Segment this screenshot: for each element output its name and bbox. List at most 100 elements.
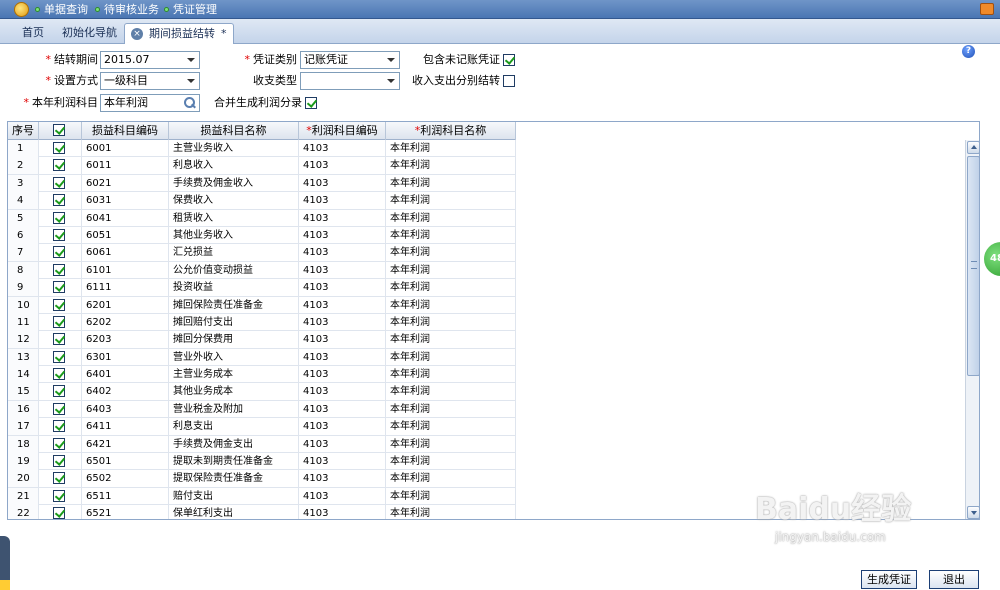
cell-profit-code[interactable]: 4103 (299, 226, 386, 244)
menu-item-pending-review[interactable]: 待审核业务 (95, 2, 159, 17)
side-floating-badge[interactable]: 48 (984, 242, 1000, 276)
cell-profit-code[interactable]: 4103 (299, 174, 386, 192)
header-code[interactable]: 损益科目编码 (82, 122, 169, 140)
cell-code[interactable]: 6011 (82, 157, 169, 175)
table-row[interactable]: 21 6511 赔付支出 4103 本年利润 (8, 487, 516, 506)
cell-name[interactable]: 摊回赔付支出 (169, 313, 299, 331)
row-checkbox[interactable] (53, 350, 65, 363)
cell-profit-name[interactable]: 本年利润 (386, 140, 516, 157)
cell-code[interactable]: 6203 (82, 331, 169, 349)
cell-profit-code[interactable]: 4103 (299, 348, 386, 366)
profit-subject-input[interactable]: 本年利润 (100, 94, 200, 112)
cell-profit-name[interactable]: 本年利润 (386, 157, 516, 175)
table-row[interactable]: 1 6001 主营业务收入 4103 本年利润 (8, 140, 516, 158)
cell-profit-name[interactable]: 本年利润 (386, 296, 516, 314)
cell-profit-code[interactable]: 4103 (299, 140, 386, 157)
cell-profit-name[interactable]: 本年利润 (386, 400, 516, 418)
cell-profit-name[interactable]: 本年利润 (386, 383, 516, 401)
cell-profit-code[interactable]: 4103 (299, 487, 386, 505)
cell-profit-code[interactable]: 4103 (299, 244, 386, 262)
cell-profit-name[interactable]: 本年利润 (386, 487, 516, 505)
cell-profit-code[interactable]: 4103 (299, 157, 386, 175)
chevron-down-icon[interactable] (187, 58, 195, 62)
tab-home[interactable]: 首页 (22, 23, 44, 44)
cell-code[interactable]: 6201 (82, 296, 169, 314)
cell-code[interactable]: 6511 (82, 487, 169, 505)
row-checkbox[interactable] (53, 315, 65, 328)
table-row[interactable]: 7 6061 汇兑损益 4103 本年利润 (8, 244, 516, 262)
cell-profit-code[interactable]: 4103 (299, 400, 386, 418)
row-checkbox[interactable] (53, 333, 65, 346)
tab-close-icon[interactable]: × (131, 28, 143, 40)
cell-profit-name[interactable]: 本年利润 (386, 313, 516, 331)
row-checkbox[interactable] (53, 142, 65, 154)
cell-profit-code[interactable]: 4103 (299, 366, 386, 384)
row-checkbox[interactable] (53, 263, 65, 276)
cell-profit-code[interactable]: 4103 (299, 209, 386, 227)
cell-profit-code[interactable]: 4103 (299, 470, 386, 488)
cell-profit-name[interactable]: 本年利润 (386, 505, 516, 519)
cell-name[interactable]: 提取保险责任准备金 (169, 470, 299, 488)
search-icon[interactable] (183, 96, 196, 109)
separate-carryover-checkbox[interactable] (503, 75, 515, 87)
cell-code[interactable]: 6521 (82, 505, 169, 519)
cell-code[interactable]: 6202 (82, 313, 169, 331)
table-row[interactable]: 6 6051 其他业务收入 4103 本年利润 (8, 226, 516, 245)
cell-code[interactable]: 6403 (82, 400, 169, 418)
table-row[interactable]: 15 6402 其他业务成本 4103 本年利润 (8, 383, 516, 401)
cell-profit-code[interactable]: 4103 (299, 261, 386, 279)
menu-item-voucher-management[interactable]: 凭证管理 (164, 2, 217, 17)
cell-name[interactable]: 营业税金及附加 (169, 400, 299, 418)
table-row[interactable]: 22 6521 保单红利支出 4103 本年利润 (8, 505, 516, 519)
header-name[interactable]: 损益科目名称 (169, 122, 299, 140)
cell-profit-name[interactable]: 本年利润 (386, 192, 516, 210)
tab-init-nav[interactable]: 初始化导航 (62, 23, 117, 44)
cell-profit-code[interactable]: 4103 (299, 296, 386, 314)
cell-code[interactable]: 6101 (82, 261, 169, 279)
cell-code[interactable]: 6421 (82, 435, 169, 453)
table-row[interactable]: 11 6202 摊回赔付支出 4103 本年利润 (8, 313, 516, 332)
left-edge-panel[interactable] (0, 536, 10, 590)
table-row[interactable]: 10 6201 摊回保险责任准备金 4103 本年利润 (8, 296, 516, 314)
row-checkbox[interactable] (53, 176, 65, 189)
cell-code[interactable]: 6021 (82, 174, 169, 192)
table-row[interactable]: 14 6401 主营业务成本 4103 本年利润 (8, 366, 516, 384)
cell-name[interactable]: 摊回分保费用 (169, 331, 299, 349)
select-all-checkbox[interactable] (53, 124, 65, 136)
cell-profit-name[interactable]: 本年利润 (386, 209, 516, 227)
cell-code[interactable]: 6031 (82, 192, 169, 210)
cell-name[interactable]: 主营业务成本 (169, 366, 299, 384)
cell-code[interactable]: 6401 (82, 366, 169, 384)
setting-method-select[interactable]: 一级科目 (100, 72, 200, 90)
table-row[interactable]: 17 6411 利息支出 4103 本年利润 (8, 418, 516, 436)
cell-profit-name[interactable]: 本年利润 (386, 418, 516, 436)
row-checkbox[interactable] (53, 281, 65, 294)
cell-profit-name[interactable]: 本年利润 (386, 435, 516, 453)
cell-name[interactable]: 保单红利支出 (169, 505, 299, 519)
cell-code[interactable]: 6501 (82, 453, 169, 471)
help-icon[interactable]: ? (962, 45, 975, 58)
cell-code[interactable]: 6111 (82, 279, 169, 297)
row-checkbox[interactable] (53, 211, 65, 224)
table-row[interactable]: 19 6501 提取未到期责任准备金 4103 本年利润 (8, 453, 516, 471)
table-row[interactable]: 20 6502 提取保险责任准备金 4103 本年利润 (8, 470, 516, 488)
table-row[interactable]: 2 6011 利息收入 4103 本年利润 (8, 157, 516, 175)
table-row[interactable]: 3 6021 手续费及佣金收入 4103 本年利润 (8, 174, 516, 193)
cell-name[interactable]: 利息收入 (169, 157, 299, 175)
cell-name[interactable]: 赔付支出 (169, 487, 299, 505)
scroll-up-icon[interactable] (967, 141, 979, 154)
cell-profit-name[interactable]: 本年利润 (386, 331, 516, 349)
table-row[interactable]: 16 6403 营业税金及附加 4103 本年利润 (8, 400, 516, 419)
cell-name[interactable]: 利息支出 (169, 418, 299, 436)
cell-profit-name[interactable]: 本年利润 (386, 279, 516, 297)
cell-profit-name[interactable]: 本年利润 (386, 174, 516, 192)
include-unposted-checkbox[interactable] (503, 54, 515, 66)
cell-name[interactable]: 保费收入 (169, 192, 299, 210)
scroll-thumb[interactable] (967, 156, 979, 376)
row-checkbox[interactable] (53, 228, 65, 241)
cell-code[interactable]: 6301 (82, 348, 169, 366)
cell-code[interactable]: 6051 (82, 226, 169, 244)
row-checkbox[interactable] (53, 402, 65, 415)
cell-profit-name[interactable]: 本年利润 (386, 470, 516, 488)
cell-name[interactable]: 其他业务成本 (169, 383, 299, 401)
